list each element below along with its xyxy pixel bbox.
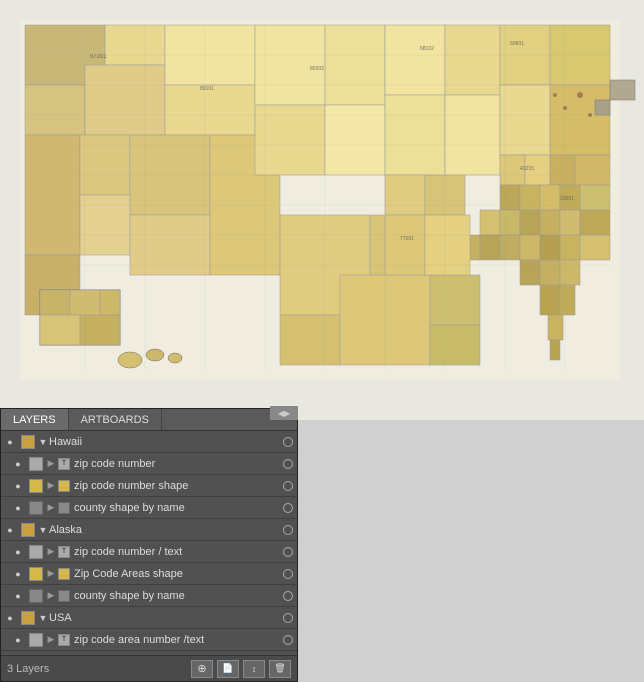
map-area: 97201 89101 80202 68102 60601 43215 1000…: [0, 0, 644, 420]
expand-usa[interactable]: ▼: [37, 607, 49, 629]
layer-count: 3 Layers: [7, 663, 187, 675]
expand-alaska-zip[interactable]: ▶: [45, 541, 57, 563]
layer-color-hawaii-zip: [29, 457, 43, 471]
layer-icon-alaska-zip-shape: [57, 567, 71, 581]
expand-alaska-zip-shape[interactable]: ▶: [45, 563, 57, 585]
visibility-toggle-hawaii-zip[interactable]: ●: [9, 453, 27, 475]
layer-target-usa-zip-area[interactable]: [279, 629, 297, 651]
delete-layer-button[interactable]: 🗑: [269, 660, 291, 678]
layer-alaska-zip-shape[interactable]: ● ▶ Zip Code Areas shape: [1, 563, 297, 585]
visibility-toggle-hawaii[interactable]: ●: [1, 431, 19, 453]
layer-target-alaska-county[interactable]: [279, 585, 297, 607]
layer-target-usa[interactable]: [279, 607, 297, 629]
layer-alaska-county[interactable]: ● ▶ county shape by name: [1, 585, 297, 607]
svg-text:97201: 97201: [90, 54, 107, 60]
new-sublayer-button[interactable]: 📄: [217, 660, 239, 678]
visibility-toggle-alaska[interactable]: ●: [1, 519, 19, 541]
layer-icon-alaska-zip: T: [57, 545, 71, 559]
visibility-toggle-alaska-county[interactable]: ●: [9, 585, 27, 607]
add-layer-button[interactable]: ⊕: [191, 660, 213, 678]
expand-alaska-county[interactable]: ▶: [45, 585, 57, 607]
layer-icon-hawaii-zip: T: [57, 457, 71, 471]
layer-alaska-zip-number[interactable]: ● ▶ T zip code number / text: [1, 541, 297, 563]
layer-name-alaska-zip-shape: Zip Code Areas shape: [74, 568, 279, 580]
layer-target-hawaii-zip-shape[interactable]: [279, 475, 297, 497]
panel-tabs: LAYERS ARTBOARDS: [1, 409, 297, 431]
tab-layers[interactable]: LAYERS: [1, 409, 69, 430]
layer-name-hawaii-county: county shape by name: [74, 502, 279, 514]
delete-layer-icon: 🗑: [274, 663, 285, 674]
layer-color-alaska-county: [29, 589, 43, 603]
expand-usa-zip-area[interactable]: ▶: [45, 629, 57, 651]
layer-name-hawaii-zip-shape: zip code number shape: [74, 480, 279, 492]
expand-hawaii-zip-shape[interactable]: ▶: [45, 475, 57, 497]
visibility-toggle-usa-zip-area[interactable]: ●: [9, 629, 27, 651]
layer-name-hawaii: Hawaii: [49, 436, 279, 448]
visibility-toggle-alaska-zip[interactable]: ●: [9, 541, 27, 563]
new-sublayer-icon: 📄: [222, 663, 233, 674]
layer-icon-usa-zip-area: T: [57, 633, 71, 647]
layer-hawaii-group[interactable]: ● ▼ Hawaii: [1, 431, 297, 453]
layer-name-alaska-county: county shape by name: [74, 590, 279, 602]
layer-name-alaska-zip-number: zip code number / text: [74, 546, 279, 558]
layer-color-alaska-zip-shape: [29, 567, 43, 581]
layer-color-usa-zip-area: [29, 633, 43, 647]
layer-color-usa: [21, 611, 35, 625]
svg-text:89101: 89101: [200, 86, 214, 92]
layer-hawaii-zip-number[interactable]: ● ▶ T zip code number: [1, 453, 297, 475]
visibility-toggle-hawaii-county[interactable]: ●: [9, 497, 27, 519]
layer-icon-alaska-county: [57, 589, 71, 603]
panel-toolbar: 3 Layers ⊕ 📄 ↕ 🗑: [1, 655, 297, 681]
expand-alaska[interactable]: ▼: [37, 519, 49, 541]
visibility-toggle-hawaii-zip-shape[interactable]: ●: [9, 475, 27, 497]
layer-color-hawaii-county: [29, 501, 43, 515]
layer-name-hawaii-zip-number: zip code number: [74, 458, 279, 470]
layer-color-alaska-zip: [29, 545, 43, 559]
resize-handle[interactable]: ◀▶: [270, 406, 298, 420]
svg-text:43215: 43215: [520, 166, 534, 172]
expand-hawaii-county[interactable]: ▶: [45, 497, 57, 519]
add-layer-icon: ⊕: [197, 662, 206, 675]
layer-color-hawaii: [21, 435, 35, 449]
visibility-toggle-alaska-zip-shape[interactable]: ●: [9, 563, 27, 585]
move-layer-button[interactable]: ↕: [243, 660, 265, 678]
layer-name-usa: USA: [49, 612, 279, 624]
tab-artboards[interactable]: ARTBOARDS: [69, 409, 162, 430]
expand-hawaii[interactable]: ▼: [37, 431, 49, 453]
svg-text:77001: 77001: [400, 236, 414, 242]
layer-alaska-group[interactable]: ● ▼ Alaska: [1, 519, 297, 541]
layer-target-hawaii[interactable]: [279, 431, 297, 453]
layer-target-hawaii-zip-number[interactable]: [279, 453, 297, 475]
layers-list[interactable]: ● ▼ Hawaii ● ▶ T zip code number ● ▶: [1, 431, 297, 655]
layer-target-alaska[interactable]: [279, 519, 297, 541]
layer-usa-group[interactable]: ● ▼ USA: [1, 607, 297, 629]
layer-color-usa-zip-number: [29, 655, 43, 656]
resize-arrows: ◀▶: [278, 409, 290, 418]
expand-usa-zip-number[interactable]: ▶: [45, 651, 57, 656]
svg-text:68102: 68102: [420, 46, 434, 52]
layers-panel: LAYERS ARTBOARDS ● ▼ Hawaii ● ▶ T zip co…: [0, 408, 298, 682]
layer-name-usa-zip-area-text: zip code area number /text: [74, 634, 279, 646]
layer-target-usa-zip-number[interactable]: [279, 651, 297, 656]
expand-hawaii-zip[interactable]: ▶: [45, 453, 57, 475]
layer-icon-hawaii-county: [57, 501, 71, 515]
layer-target-hawaii-county[interactable]: [279, 497, 297, 519]
layer-color-hawaii-zip-shape: [29, 479, 43, 493]
visibility-toggle-usa-zip-number[interactable]: ●: [9, 651, 27, 656]
layer-hawaii-zip-shape[interactable]: ● ▶ zip code number shape: [1, 475, 297, 497]
layer-icon-usa-zip-number: T: [57, 655, 71, 656]
layer-icon-hawaii-zip-shape: [57, 479, 71, 493]
svg-text:80202: 80202: [310, 66, 324, 72]
layer-usa-zip-area-text[interactable]: ● ▶ T zip code area number /text: [1, 629, 297, 651]
layer-target-alaska-zip-shape[interactable]: [279, 563, 297, 585]
layer-hawaii-county[interactable]: ● ▶ county shape by name: [1, 497, 297, 519]
layer-color-alaska: [21, 523, 35, 537]
move-layer-icon: ↕: [252, 664, 257, 674]
layer-usa-zip-number-text[interactable]: ● ▶ T Zip code area number / text: [1, 651, 297, 655]
visibility-toggle-usa[interactable]: ●: [1, 607, 19, 629]
svg-text:60601: 60601: [510, 41, 524, 47]
layer-name-alaska: Alaska: [49, 524, 279, 536]
layer-target-alaska-zip[interactable]: [279, 541, 297, 563]
svg-text:10001: 10001: [560, 196, 574, 202]
